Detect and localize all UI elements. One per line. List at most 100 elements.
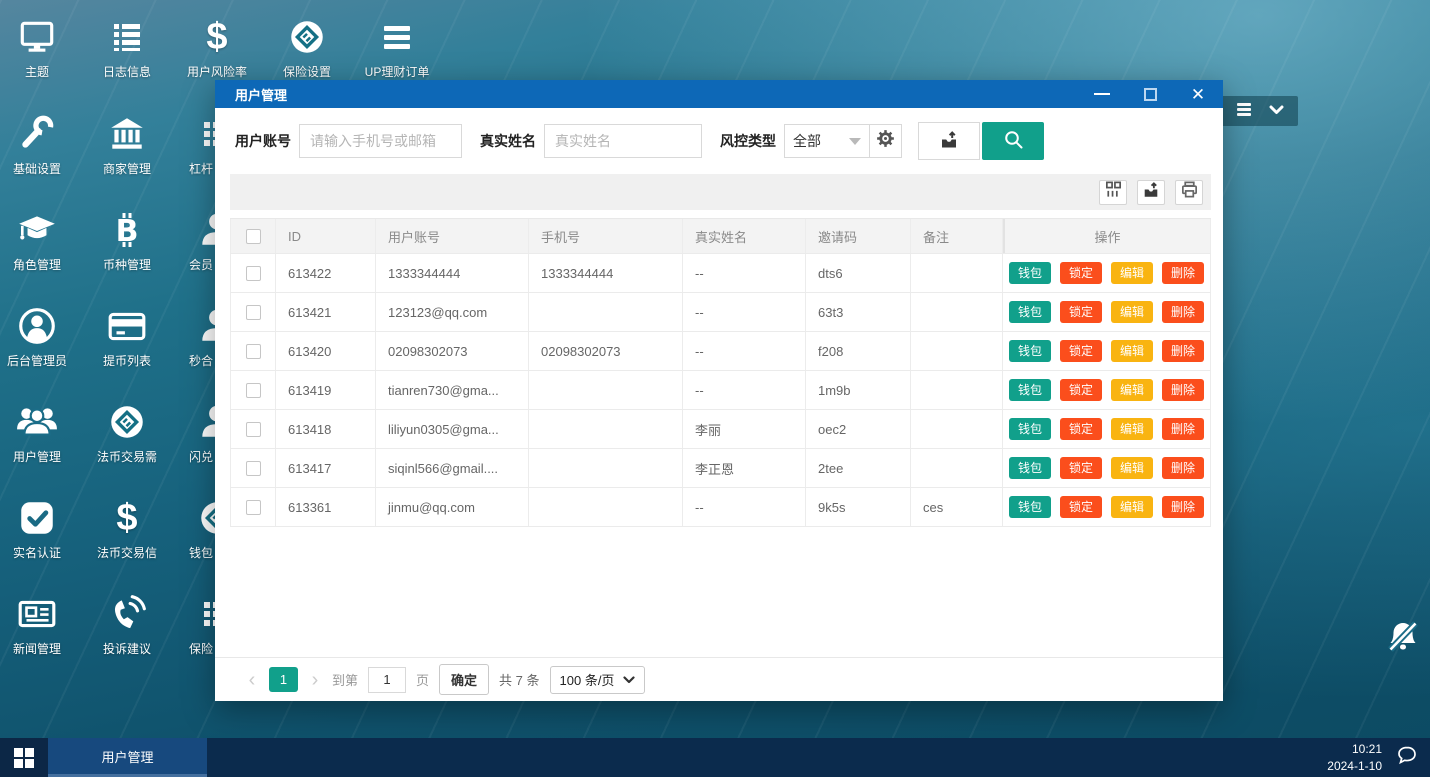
columns-icon [1104,180,1123,204]
edit-button[interactable]: 编辑 [1111,418,1153,440]
taskbar-task-user-management[interactable]: 用户管理 [48,738,207,777]
edit-button[interactable]: 编辑 [1111,457,1153,479]
table-body: 613422 1333344444 1333344444 -- dts6 钱包 … [230,254,1211,527]
desktop-icon-insurance-settings[interactable]: 保险设置 [269,16,345,80]
delete-button[interactable]: 删除 [1162,496,1204,518]
edit-button[interactable]: 编辑 [1111,262,1153,284]
wallet-button[interactable]: 钱包 [1009,457,1051,479]
wallet-button[interactable]: 钱包 [1009,496,1051,518]
print-button[interactable] [1175,180,1203,205]
menu-icon[interactable] [1236,102,1252,121]
chevron-down-icon[interactable] [1269,102,1284,120]
desktop-icon-complaints[interactable]: 投诉建议 [89,593,165,657]
wallet-button[interactable]: 钱包 [1009,418,1051,440]
cell-invite-code: 63t3 [806,293,911,331]
desktop-icon-label: 用户风险率 [179,63,255,80]
row-checkbox[interactable] [246,344,261,359]
desktop-icon-admins[interactable]: 后台管理员 [0,305,75,369]
filter-settings-button[interactable] [870,124,902,158]
bell-slash-icon[interactable] [1386,619,1420,660]
row-checkbox[interactable] [246,461,261,476]
cell-account: 123123@qq.com [376,293,529,331]
delete-button[interactable]: 删除 [1162,262,1204,284]
export-table-button[interactable] [1137,180,1165,205]
row-checkbox[interactable] [246,500,261,515]
wallet-button[interactable]: 钱包 [1009,301,1051,323]
delete-button[interactable]: 删除 [1162,340,1204,362]
next-page-icon[interactable]: › [308,670,322,690]
goto-confirm-button[interactable]: 确定 [439,664,489,695]
row-checkbox[interactable] [246,422,261,437]
desktop-icon-coins[interactable]: B 币种管理 [89,209,165,273]
account-label: 用户账号 [235,131,291,151]
desktop-icon-logs[interactable]: 日志信息 [89,16,165,80]
prev-page-icon[interactable]: ‹ [245,670,259,690]
log-list-icon [89,16,165,58]
start-button[interactable] [0,738,48,777]
cell-realname: -- [683,332,806,370]
edit-button[interactable]: 编辑 [1111,301,1153,323]
phone-icon [89,593,165,635]
delete-button[interactable]: 删除 [1162,379,1204,401]
delete-button[interactable]: 删除 [1162,457,1204,479]
row-checkbox[interactable] [246,266,261,281]
cell-note [911,410,1003,448]
lock-button[interactable]: 锁定 [1060,301,1102,323]
cell-note [911,449,1003,487]
realname-input[interactable] [544,124,702,158]
table-row: 613421 123123@qq.com -- 63t3 钱包 锁定 编辑 删除 [230,293,1211,332]
check-square-icon [0,497,75,539]
window-titlebar[interactable]: 用户管理 ✕ [215,80,1223,108]
chat-icon[interactable] [1396,745,1418,770]
export-button[interactable] [918,122,980,160]
cell-id: 613361 [276,488,376,526]
row-checkbox[interactable] [246,305,261,320]
account-input[interactable] [299,124,462,158]
taskbar-clock[interactable]: 10:21 2024-1-10 [1327,741,1382,773]
desktop-icon-fiat-demand[interactable]: 法币交易需 [89,401,165,465]
wallet-button[interactable]: 钱包 [1009,379,1051,401]
risk-type-select[interactable]: 全部 [784,124,870,158]
minimize-icon[interactable] [1093,85,1111,103]
desktop-icon-fiat-info[interactable]: $ 法币交易信 [89,497,165,561]
desktop-icon-roles[interactable]: 角色管理 [0,209,75,273]
delete-button[interactable]: 删除 [1162,301,1204,323]
desktop-icon-withdrawals[interactable]: 提币列表 [89,305,165,369]
header-id: ID [276,219,376,253]
row-checkbox[interactable] [246,383,261,398]
lock-button[interactable]: 锁定 [1060,379,1102,401]
lock-button[interactable]: 锁定 [1060,340,1102,362]
close-icon[interactable]: ✕ [1189,85,1207,103]
lock-button[interactable]: 锁定 [1060,418,1102,440]
desktop-icon-user-management[interactable]: 用户管理 [0,401,75,465]
search-button[interactable] [982,122,1044,160]
wallet-button[interactable]: 钱包 [1009,340,1051,362]
desktop-icon-up-orders[interactable]: UP理财订单 [359,16,435,80]
edit-button[interactable]: 编辑 [1111,340,1153,362]
desktop-icon-merchant[interactable]: 商家管理 [89,113,165,177]
desktop-icon-theme[interactable]: 主题 [0,16,75,80]
cell-realname: -- [683,488,806,526]
wallet-button[interactable]: 钱包 [1009,262,1051,284]
realname-label: 真实姓名 [480,131,536,151]
lock-button[interactable]: 锁定 [1060,457,1102,479]
delete-button[interactable]: 删除 [1162,418,1204,440]
cell-phone: 02098302073 [529,332,683,370]
desktop-icon-kyc[interactable]: 实名认证 [0,497,75,561]
desktop-icon-base-settings[interactable]: 基础设置 [0,113,75,177]
maximize-icon[interactable] [1141,85,1159,103]
desktop-icon-user-risk[interactable]: $ 用户风险率 [179,16,255,80]
lock-button[interactable]: 锁定 [1060,262,1102,284]
risk-type-label: 风控类型 [720,131,776,151]
current-page-button[interactable]: 1 [269,667,298,692]
select-all-checkbox[interactable] [246,229,261,244]
desktop-icon-news[interactable]: 新闻管理 [0,593,75,657]
goto-page-input[interactable] [368,667,406,693]
lock-button[interactable]: 锁定 [1060,496,1102,518]
edit-button[interactable]: 编辑 [1111,496,1153,518]
edit-button[interactable]: 编辑 [1111,379,1153,401]
desktop-icon-label: UP理财订单 [359,63,435,80]
card-icon [89,305,165,347]
page-size-select[interactable]: 100 条/页 [550,666,646,694]
columns-toggle-button[interactable] [1099,180,1127,205]
